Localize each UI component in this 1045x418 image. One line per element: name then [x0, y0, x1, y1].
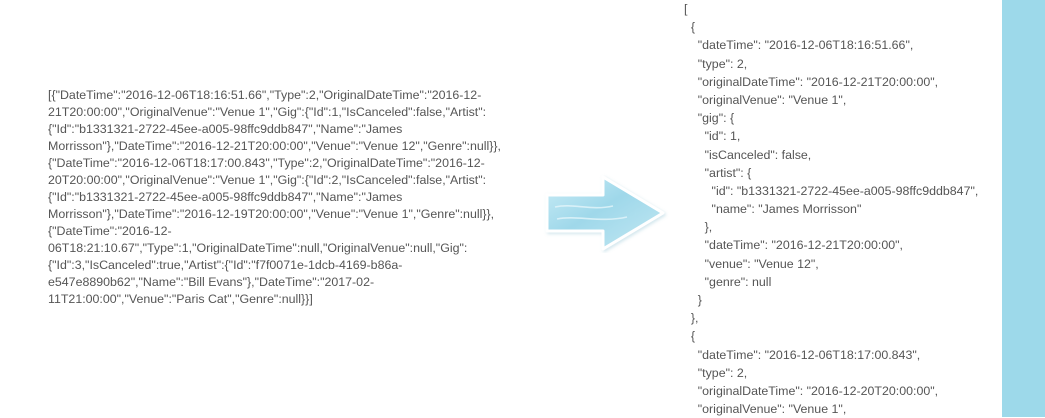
- pretty-json-line: "id": 1,: [684, 129, 741, 144]
- raw-json-line: 06T18:21:10.67","Type":1,"OriginalDateTi…: [48, 241, 468, 255]
- pretty-json-line: "artist": {: [684, 165, 752, 180]
- pretty-json-line: "originalVenue": "Venue 1",: [684, 92, 847, 107]
- pretty-json-line: },: [684, 311, 699, 326]
- pretty-json-line: "name": "James Morrisson": [684, 202, 862, 217]
- raw-json-line: 11T21:00:00","Venue":"Paris Cat","Genre"…: [48, 292, 313, 306]
- pretty-json-line: }: [684, 293, 702, 307]
- raw-json-line: {"DateTime":"2016-12-: [48, 224, 172, 238]
- arrow-right-icon: [543, 173, 669, 253]
- pretty-json-line: {: [684, 20, 696, 35]
- raw-json-block: [{"DateTime":"2016-12-06T18:16:51.66","T…: [48, 87, 523, 308]
- pretty-json-line: "id": "b1331321-2722-45ee-a005-98ffc9ddb…: [684, 183, 979, 198]
- pretty-json-line: "venue": "Venue 12",: [684, 256, 819, 271]
- pretty-json-line: "type": 2,: [684, 56, 748, 71]
- raw-json-line: [{"DateTime":"2016-12-06T18:16:51.66","T…: [48, 88, 482, 102]
- side-bar: [1002, 0, 1045, 417]
- pretty-json-line: },: [684, 220, 713, 235]
- pretty-json-line: [: [684, 2, 688, 16]
- pretty-json-line: "isCanceled": false,: [684, 147, 812, 162]
- raw-json-line: 20T20:00:00","OriginalVenue":"Venue 1","…: [48, 173, 487, 187]
- pretty-json-line: "type": 2,: [684, 365, 748, 380]
- pretty-json-line: "originalDateTime": "2016-12-20T20:00:00…: [684, 383, 939, 398]
- pretty-json-line: "originalVenue": "Venue 1",: [684, 402, 847, 417]
- raw-json-line: {"Id":3,"IsCanceled":true,"Artist":{"Id"…: [48, 258, 403, 272]
- raw-json-line: Morrisson"},"DateTime":"2016-12-21T20:00…: [48, 139, 501, 153]
- pretty-json-line: {: [684, 329, 696, 344]
- pretty-json-line: "genre": null: [684, 274, 772, 289]
- pretty-json-line: "dateTime": "2016-12-21T20:00:00",: [684, 238, 903, 253]
- raw-json-line: Morrisson"},"DateTime":"2016-12-19T20:00…: [48, 207, 495, 221]
- raw-json-line: e547e8890b62","Name":"Bill Evans"},"Date…: [48, 275, 375, 289]
- raw-json-line: {"DateTime":"2016-12-06T18:17:00.843","T…: [48, 156, 485, 170]
- raw-json-line: {"Id":"b1331321-2722-45ee-a005-98ffc9ddb…: [48, 190, 403, 204]
- pretty-json-line: "dateTime": "2016-12-06T18:17:00.843",: [684, 347, 921, 362]
- raw-json-line: 21T20:00:00","OriginalVenue":"Venue 1","…: [48, 105, 487, 119]
- pretty-json-block: [ { "dateTime": "2016-12-06T18:16:51.66"…: [684, 0, 1002, 418]
- pretty-json-line: "gig": {: [684, 111, 735, 126]
- raw-json-line: {"Id":"b1331321-2722-45ee-a005-98ffc9ddb…: [48, 122, 403, 136]
- pretty-json-line: "originalDateTime": "2016-12-21T20:00:00…: [684, 74, 939, 89]
- pretty-json-line: "dateTime": "2016-12-06T18:16:51.66",: [684, 38, 914, 53]
